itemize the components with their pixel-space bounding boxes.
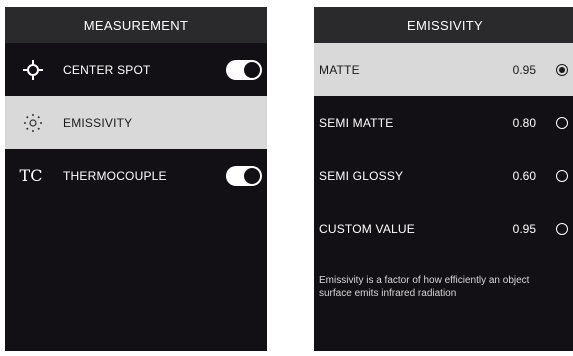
measurement-header: MEASUREMENT [5, 7, 267, 43]
measurement-screen: MEASUREMENT CENTER SPOT EMISSIVITY TC TH… [5, 7, 267, 351]
menu-label-center-spot: CENTER SPOT [63, 62, 151, 77]
radio-dot [559, 66, 565, 73]
emissivity-header: EMISSIVITY [314, 7, 573, 43]
radio-icon[interactable] [556, 116, 568, 129]
option-value: 0.95 [512, 221, 536, 236]
thermocouple-toggle[interactable] [226, 165, 262, 186]
menu-label-emissivity: EMISSIVITY [63, 115, 133, 130]
toggle-knob [244, 61, 260, 78]
emissivity-title: EMISSIVITY [407, 17, 483, 33]
sun-dots-icon [19, 109, 47, 137]
measurement-title: MEASUREMENT [83, 17, 189, 33]
radio-icon[interactable] [556, 169, 568, 182]
option-value: 0.80 [512, 115, 536, 130]
option-matte[interactable]: MATTE 0.95 [314, 43, 573, 96]
option-label: SEMI GLOSSY [319, 168, 404, 183]
emissivity-screen: EMISSIVITY MATTE 0.95 SEMI MATTE 0.80 SE… [314, 7, 573, 351]
option-value: 0.60 [512, 168, 536, 183]
emissivity-description: Emissivity is a factor of how efficientl… [319, 275, 530, 299]
option-label: SEMI MATTE [319, 115, 394, 130]
option-value: 0.95 [512, 62, 536, 77]
option-semi-matte[interactable]: SEMI MATTE 0.80 [314, 96, 573, 149]
center-spot-toggle[interactable] [226, 59, 262, 80]
option-label: CUSTOM VALUE [319, 221, 415, 236]
radio-selected-icon[interactable] [556, 63, 568, 76]
thermocouple-icon: TC [19, 166, 43, 185]
toggle-knob [244, 167, 260, 184]
option-custom-value[interactable]: CUSTOM VALUE 0.95 [314, 202, 573, 255]
menu-item-emissivity[interactable]: EMISSIVITY [5, 96, 267, 149]
radio-icon[interactable] [556, 222, 568, 235]
option-semi-glossy[interactable]: SEMI GLOSSY 0.60 [314, 149, 573, 202]
crosshair-icon [19, 56, 47, 84]
menu-item-thermocouple[interactable]: TC THERMOCOUPLE [5, 149, 267, 202]
option-label: MATTE [319, 62, 360, 77]
menu-label-thermocouple: THERMOCOUPLE [63, 168, 167, 183]
menu-item-center-spot[interactable]: CENTER SPOT [5, 43, 267, 96]
